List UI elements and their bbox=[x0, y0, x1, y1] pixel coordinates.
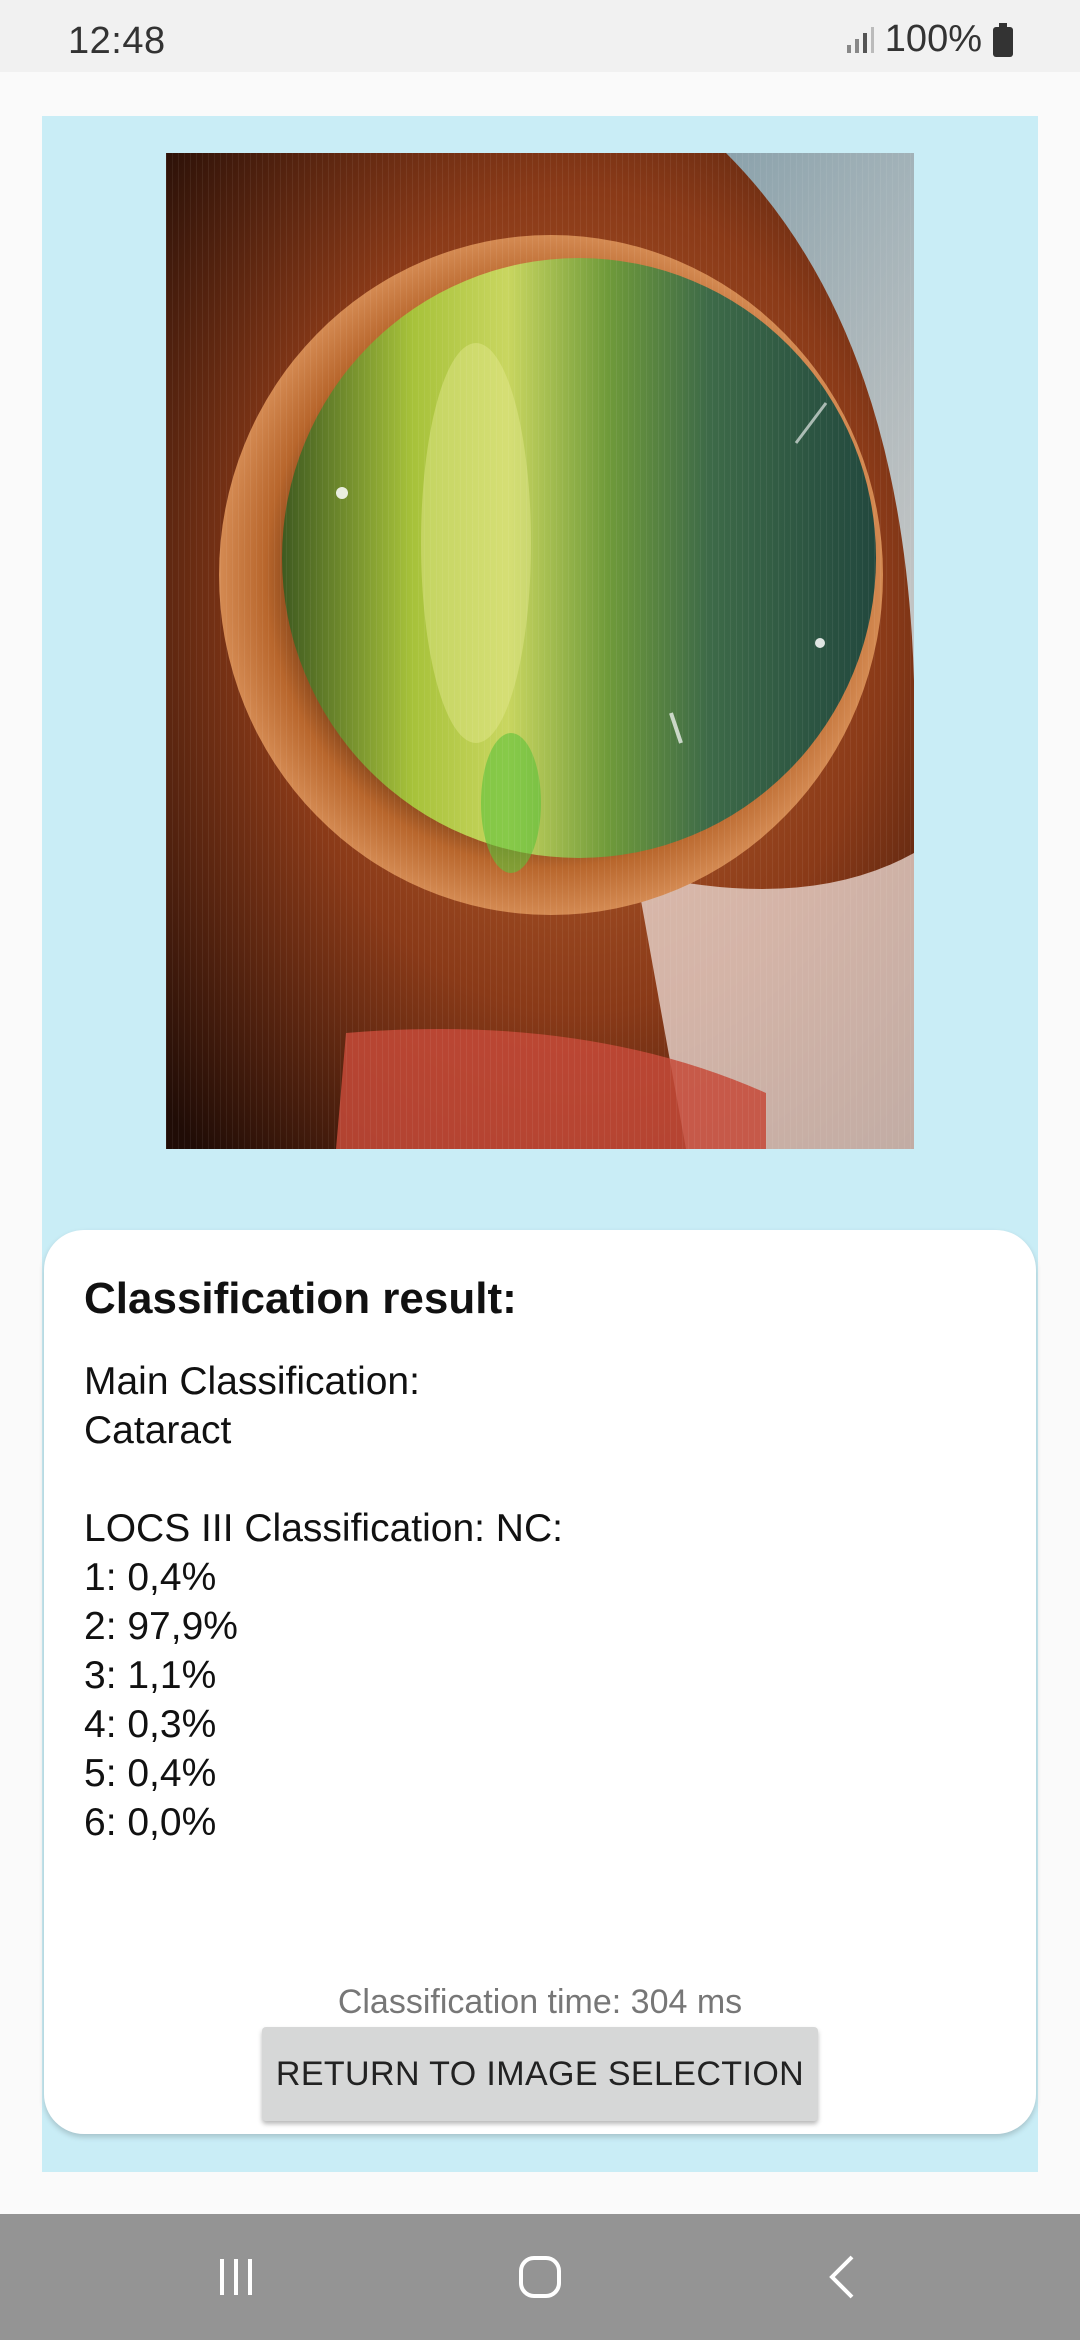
status-bar: 12:48 100% bbox=[0, 0, 1080, 72]
result-body: Main Classification: Cataract LOCS III C… bbox=[84, 1357, 563, 1847]
content-area: Classification result: Main Classificati… bbox=[42, 116, 1038, 2172]
recents-icon[interactable] bbox=[186, 2244, 286, 2310]
back-icon[interactable] bbox=[794, 2244, 894, 2310]
locs-label: LOCS III Classification: NC: bbox=[84, 1507, 563, 1550]
navigation-bar bbox=[0, 2214, 1080, 2340]
classification-time: Classification time: 304 ms bbox=[337, 1983, 743, 2021]
eye-photo bbox=[166, 153, 914, 1149]
status-icons: 100% bbox=[845, 18, 1014, 61]
battery-percentage: 100% bbox=[884, 18, 982, 60]
return-to-image-selection-button[interactable]: RETURN TO IMAGE SELECTION bbox=[262, 2027, 818, 2121]
battery-icon bbox=[992, 22, 1014, 57]
main-classification-value: Cataract bbox=[84, 1409, 232, 1452]
result-card: Classification result: Main Classificati… bbox=[44, 1230, 1036, 2134]
signal-icon bbox=[845, 25, 875, 55]
locs-value-5: 5: 0,4% bbox=[84, 1752, 217, 1795]
main-classification-label: Main Classification: bbox=[84, 1360, 420, 1403]
locs-value-3: 3: 1,1% bbox=[84, 1654, 217, 1697]
locs-value-6: 6: 0,0% bbox=[84, 1801, 217, 1844]
locs-value-4: 4: 0,3% bbox=[84, 1703, 217, 1746]
locs-value-1: 1: 0,4% bbox=[84, 1556, 217, 1599]
status-time: 12:48 bbox=[68, 20, 166, 62]
result-title: Classification result: bbox=[84, 1274, 517, 1323]
locs-value-2: 2: 97,9% bbox=[84, 1605, 238, 1648]
home-icon[interactable] bbox=[490, 2244, 590, 2310]
